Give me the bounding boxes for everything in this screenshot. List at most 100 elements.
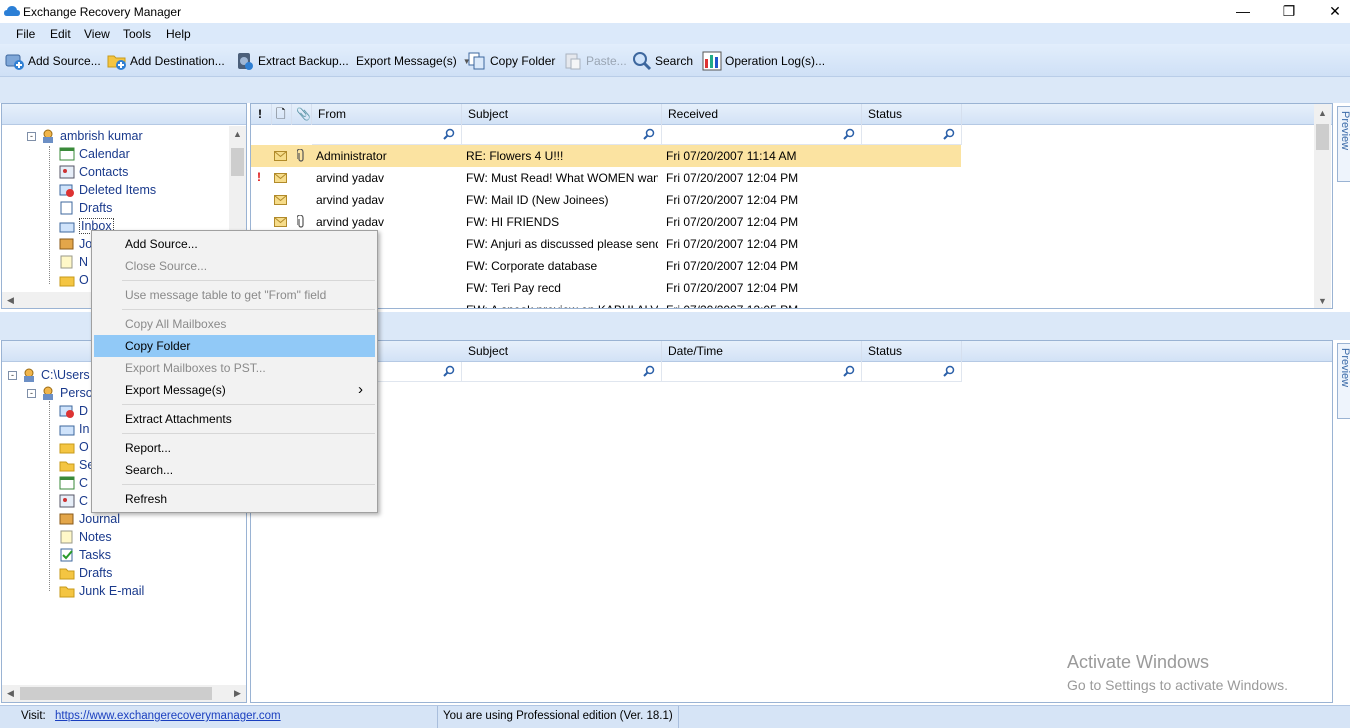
menu-help[interactable]: Help (166, 27, 191, 41)
collapse-toggle[interactable]: - (27, 389, 36, 398)
ctx-add-source[interactable]: Add Source... (94, 233, 375, 255)
search-icon (643, 365, 655, 377)
minimize-button[interactable]: — (1220, 0, 1266, 23)
menu-view[interactable]: View (84, 27, 110, 41)
dest-item-label: Tasks (79, 548, 111, 562)
column-status[interactable]: Status (862, 104, 962, 125)
ctx-search[interactable]: Search... (94, 459, 375, 481)
tree-item-outbox[interactable]: O (59, 271, 89, 289)
dest-item-label: C (79, 494, 89, 508)
tree-root-destination[interactable]: C:\Users (21, 366, 90, 384)
collapse-toggle[interactable]: - (8, 371, 17, 380)
operation-logs-button[interactable]: Operation Log(s)... (702, 50, 825, 72)
dest-datetime-filter[interactable] (662, 362, 862, 382)
deleted-items-icon (59, 184, 74, 197)
ctx-report[interactable]: Report... (94, 437, 375, 459)
scroll-thumb[interactable] (20, 687, 212, 700)
paste-button[interactable]: Paste... (563, 50, 627, 72)
ctx-copy-all-mailboxes[interactable]: Copy All Mailboxes (94, 313, 375, 335)
source-tree-header (2, 104, 246, 125)
close-button[interactable]: ✕ (1312, 0, 1350, 23)
column-type-icon[interactable]: 🗋 (272, 104, 292, 125)
dest-column-status[interactable]: Status (862, 341, 962, 362)
column-importance[interactable]: ! (251, 104, 272, 125)
window-title: Exchange Recovery Manager (23, 5, 182, 19)
copy-folder-button[interactable]: Copy Folder (467, 50, 555, 72)
scroll-up-icon[interactable]: ▲ (1314, 108, 1331, 118)
tasks-icon (60, 548, 73, 562)
website-link[interactable]: https://www.exchangerecoverymanager.com (55, 710, 281, 722)
from-filter[interactable] (312, 125, 462, 145)
tree-pst-file[interactable]: Perso (40, 384, 93, 402)
table-row[interactable]: arvind yadav FW: Mail ID (New Joinees) Fri… (251, 189, 961, 211)
destination-root-icon (24, 368, 34, 382)
preview-tab-bottom[interactable]: Preview (1337, 343, 1350, 419)
dest-subject-filter[interactable] (462, 362, 662, 382)
table-row[interactable]: Administrator RE: Flowers 4 U!!! Fri 07/20… (251, 145, 961, 167)
extract-backup-button[interactable]: Extract Backup... (235, 50, 349, 72)
tree-root-mailbox[interactable]: ambrish kumar (40, 127, 143, 145)
scroll-thumb[interactable] (231, 148, 244, 176)
row-from: Administrator (316, 149, 387, 163)
dest-status-filter[interactable] (862, 362, 962, 382)
scroll-right-icon[interactable]: ▶ (229, 688, 246, 699)
preview-tab-label: Preview (1339, 111, 1350, 151)
ctx-export-mailboxes-pst[interactable]: Export Mailboxes to PST... (94, 357, 375, 379)
export-messages-button[interactable]: Export Message(s) ▼ (356, 50, 471, 72)
ctx-close-source[interactable]: Close Source... (94, 255, 375, 277)
search-button[interactable]: Search (632, 50, 693, 72)
dest-item-inbox[interactable]: In (59, 420, 89, 438)
received-filter[interactable] (662, 125, 862, 145)
scroll-up-icon[interactable]: ▲ (229, 129, 246, 139)
collapse-toggle[interactable]: - (27, 132, 36, 141)
column-from[interactable]: From (312, 104, 462, 125)
tree-item-journal[interactable]: Jo (59, 235, 92, 253)
folder-icon (59, 568, 75, 580)
dest-item-outbox[interactable]: O (59, 438, 89, 456)
subject-filter[interactable] (462, 125, 662, 145)
dest-item-junk[interactable]: Junk E-mail (59, 582, 144, 600)
dest-column-subject[interactable]: Subject (462, 341, 662, 362)
add-source-button[interactable]: Add Source... (5, 50, 101, 72)
dest-column-datetime[interactable]: Date/Time (662, 341, 862, 362)
scroll-left-icon[interactable]: ◀ (2, 295, 19, 306)
ctx-use-message-table[interactable]: Use message table to get "From" field (94, 284, 375, 306)
scroll-left-icon[interactable]: ◀ (2, 688, 19, 699)
message-table-vscroll[interactable]: ▲ ▼ (1314, 104, 1331, 308)
tree-item-notes[interactable]: N (59, 253, 88, 271)
dest-item-tasks[interactable]: Tasks (59, 546, 111, 564)
menu-edit[interactable]: Edit (50, 27, 71, 41)
tree-item-calendar[interactable]: Calendar (59, 145, 130, 163)
status-filter[interactable] (862, 125, 962, 145)
table-row[interactable]: ! arvind yadav FW: Must Read! What WOMEN w… (251, 167, 961, 189)
column-received[interactable]: Received (662, 104, 862, 125)
column-subject[interactable]: Subject (462, 104, 662, 125)
preview-tab-top[interactable]: Preview (1337, 106, 1350, 182)
ctx-export-messages[interactable]: Export Message(s) › (94, 379, 375, 401)
maximize-button[interactable]: ❐ (1266, 0, 1312, 23)
tree-item-deleted[interactable]: Deleted Items (59, 181, 156, 199)
ctx-refresh[interactable]: Refresh (94, 488, 375, 510)
attachment-icon (297, 149, 304, 162)
ctx-copy-folder[interactable]: Copy Folder (94, 335, 375, 357)
add-destination-button[interactable]: Add Destination... (107, 50, 225, 72)
dest-item-drafts[interactable]: Drafts (59, 564, 112, 582)
dest-item-calendar[interactable]: C (59, 474, 88, 492)
tree-item-drafts[interactable]: Drafts (59, 199, 112, 217)
menu-file[interactable]: File (16, 27, 35, 41)
scroll-down-icon[interactable]: ▼ (1314, 296, 1331, 306)
dest-item-deleted[interactable]: D (59, 402, 88, 420)
drafts-icon (60, 201, 73, 215)
dest-item-sent[interactable]: Se (59, 456, 94, 474)
destination-tree-hscroll[interactable]: ◀ ▶ (2, 685, 246, 702)
add-destination-label: Add Destination... (130, 54, 225, 68)
importance-icon: ! (257, 170, 261, 184)
menu-tools[interactable]: Tools (123, 27, 151, 41)
dest-item-notes[interactable]: Notes (59, 528, 112, 546)
tree-line (49, 146, 50, 284)
column-attachment-icon[interactable]: 📎 (292, 104, 312, 125)
tree-item-contacts[interactable]: Contacts (59, 163, 128, 181)
scroll-thumb[interactable] (1316, 124, 1329, 150)
dest-item-contacts[interactable]: C (59, 492, 88, 510)
ctx-extract-attachments[interactable]: Extract Attachments (94, 408, 375, 430)
